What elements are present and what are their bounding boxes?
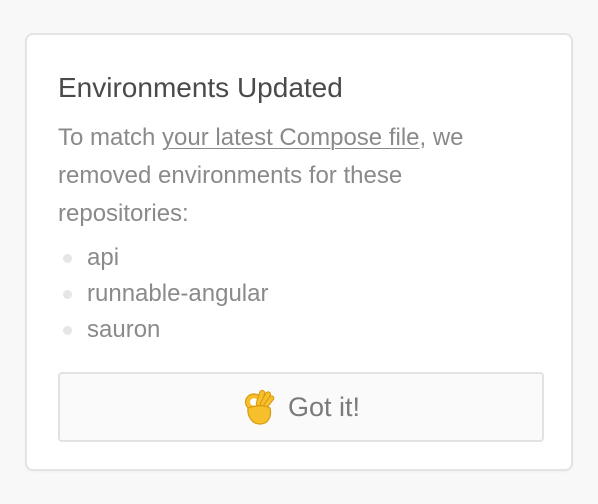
repository-name: api bbox=[87, 244, 120, 271]
repository-name: sauron bbox=[87, 316, 161, 343]
list-item: api bbox=[58, 240, 268, 276]
got-it-label: Got it! bbox=[287, 391, 361, 422]
bullet-icon bbox=[63, 326, 72, 335]
got-it-button[interactable]: Got it! bbox=[58, 372, 544, 442]
compose-file-link[interactable]: your latest Compose file bbox=[162, 124, 419, 151]
bullet-icon bbox=[63, 254, 72, 263]
dialog-title: Environments Updated bbox=[58, 72, 343, 103]
bullet-icon bbox=[63, 290, 72, 299]
message-prefix: To match bbox=[58, 124, 163, 151]
ok-hand-icon bbox=[244, 389, 275, 425]
repository-list: api runnable-angular sauron bbox=[58, 240, 268, 348]
repository-name: runnable-angular bbox=[87, 280, 269, 307]
list-item: sauron bbox=[58, 312, 268, 348]
environments-updated-dialog: Environments Updated To match your lates… bbox=[25, 33, 573, 471]
dialog-message: To match your latest Compose file, we re… bbox=[58, 119, 538, 233]
list-item: runnable-angular bbox=[58, 276, 268, 312]
